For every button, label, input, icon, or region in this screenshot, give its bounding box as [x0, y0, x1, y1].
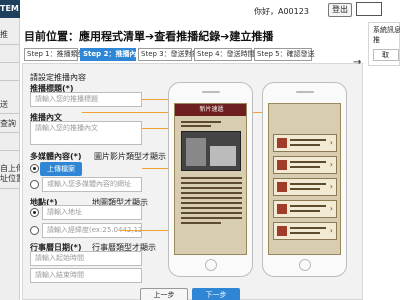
preview-text-line	[181, 212, 242, 214]
list-text-line	[290, 144, 320, 146]
system-message-cancel-button[interactable]: 取	[373, 49, 399, 61]
preview-text-line	[181, 207, 242, 209]
preview-text-line	[181, 202, 242, 204]
preview-text-line	[181, 177, 242, 179]
end-time-input[interactable]: 請輸入結束時間	[30, 268, 142, 283]
sidebar-item-send[interactable]: 送	[0, 100, 20, 110]
step-1-tab[interactable]: Step 1：推播類型	[24, 48, 85, 61]
preview-list-item: ›	[273, 200, 337, 218]
preview-photo	[181, 131, 241, 171]
list-text-line	[290, 166, 320, 168]
step-4-tab[interactable]: Step 4：發送時間	[194, 48, 255, 61]
arrow-right-icon: →	[353, 57, 362, 68]
phone-preview-detail: 新片速遞	[168, 82, 253, 277]
preview-list-item: ›	[273, 156, 337, 174]
phone-screen: › › › › ›	[268, 103, 341, 255]
preview-text-line	[181, 222, 221, 224]
sidebar-header: TEM	[0, 0, 20, 18]
preview-text-line	[181, 187, 242, 189]
list-thumb-icon	[277, 204, 287, 214]
list-text-line	[290, 205, 326, 207]
sidebar-divider	[0, 62, 20, 63]
system-message-title: 系統訊息	[373, 26, 400, 34]
sidebar-item-query[interactable]: 查詢	[0, 119, 20, 129]
address-input[interactable]: 請輸入地址	[42, 205, 142, 220]
chevron-right-icon: ›	[329, 226, 333, 235]
list-text-line	[290, 232, 320, 234]
phone-speaker	[296, 91, 314, 93]
media-hint: 圖片影片類型才顯示	[94, 152, 166, 161]
preview-list-item: ›	[273, 222, 337, 240]
chevron-right-icon: ›	[329, 138, 333, 147]
preview-text-line	[181, 217, 242, 219]
phone-speaker	[202, 91, 220, 93]
upload-file-button[interactable]: 上傳檔案	[40, 162, 82, 176]
list-text-line	[290, 183, 326, 185]
list-text-line	[290, 139, 326, 141]
preview-text-line	[181, 182, 242, 184]
media-label: 多媒體內容(*)	[30, 152, 82, 161]
coords-radio[interactable]	[30, 226, 39, 235]
phone-preview-list: › › › › ›	[262, 82, 347, 277]
breadcrumb: 目前位置：應用程式清單➔查看推播紀錄➔建立推播	[24, 30, 274, 43]
section-title: 請設定推播內容	[30, 73, 86, 82]
overlay-top-box	[356, 2, 382, 16]
content-input[interactable]: 請輸入您的推播內文	[30, 121, 142, 145]
list-thumb-icon	[277, 182, 287, 192]
photo-shape	[210, 146, 236, 166]
list-thumb-icon	[277, 138, 287, 148]
preview-list-item: ›	[273, 178, 337, 196]
media-url-input[interactable]: 或輸入您多媒體內容的網址	[42, 177, 142, 192]
preview-title-line	[181, 121, 221, 123]
list-text-line	[290, 227, 326, 229]
chevron-right-icon: ›	[329, 160, 333, 169]
phone-home-button	[205, 259, 217, 271]
chevron-right-icon: ›	[329, 182, 333, 191]
sidebar-divider	[0, 80, 20, 81]
chevron-right-icon: ›	[329, 204, 333, 213]
step-5-tab[interactable]: Step 5：確認發送	[254, 48, 315, 61]
preview-text-line	[181, 192, 242, 194]
system-message-text: 推	[373, 36, 380, 44]
preview-list-item: ›	[273, 134, 337, 152]
list-text-line	[290, 161, 326, 163]
sidebar-item-push[interactable]: 推	[0, 30, 20, 40]
title-input[interactable]: 請輸入您的推播標題	[30, 92, 142, 107]
sidebar-divider	[0, 113, 20, 114]
sidebar-divider	[0, 44, 20, 45]
system-message-popup: 系統訊息 推 取	[368, 22, 400, 66]
logout-button[interactable]: 登出	[328, 3, 352, 17]
sidebar-item-upload[interactable]: 自上傳	[0, 164, 20, 174]
start-time-input[interactable]: 請輸入起始時間	[30, 251, 142, 266]
user-greeting: 你好，A00123	[254, 7, 309, 16]
list-thumb-icon	[277, 226, 287, 236]
preview-header-bar: 新片速遞	[175, 104, 246, 116]
photo-shape	[186, 138, 206, 166]
preview-title-line	[181, 125, 211, 127]
address-radio[interactable]	[30, 208, 39, 217]
list-text-line	[290, 188, 320, 190]
preview-text-line	[181, 197, 242, 199]
media-upload-radio[interactable]	[30, 164, 39, 173]
sidebar-divider	[0, 150, 20, 151]
sidebar: TEM 推 送 查詢 自上傳 址位置	[0, 0, 20, 300]
next-step-button[interactable]: 下一步	[192, 288, 240, 300]
list-thumb-icon	[277, 160, 287, 170]
sidebar-header-text: TEM	[0, 4, 19, 13]
step-3-tab[interactable]: Step 3：發送對象	[138, 48, 199, 61]
sidebar-item-location[interactable]: 址位置	[0, 174, 20, 184]
phone-screen: 新片速遞	[174, 103, 247, 255]
step-2-tab[interactable]: Step 2：推播內容	[80, 48, 143, 61]
sidebar-divider	[0, 188, 20, 189]
media-url-radio[interactable]	[30, 180, 39, 189]
previous-step-button[interactable]: 上一步	[140, 288, 188, 300]
list-text-line	[290, 210, 320, 212]
sidebar-divider	[0, 132, 20, 133]
phone-home-button	[299, 259, 311, 271]
